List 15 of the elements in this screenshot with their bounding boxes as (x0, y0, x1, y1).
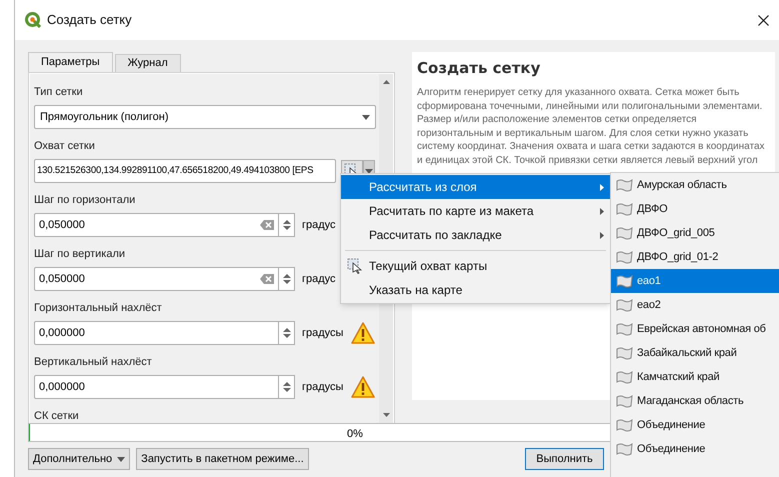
field-label: Охват сетки (34, 140, 96, 153)
field-label: СК сетки (34, 410, 80, 423)
unit-label: градус (302, 272, 337, 287)
help-text: Алгоритм генерирует сетку для указанного охвата. Сетка может быть сформирована точечными, линейными или полигональными элементами. Размер и/или расположение элементов сетки определяется горизонтальным и вертикальным шагом. Для слоя сетки нужно указать систему координат. Значения охвата и шага сетки задаются в координатах и единицах этой СК. Точкой привязки сетки является левый верхний угол (417, 86, 766, 167)
unit-label: градусы (302, 326, 344, 341)
field-label: Горизонтальный нахлёст (34, 302, 163, 315)
window-title: Создать сетку (47, 11, 132, 30)
field-label: Тип сетки (34, 86, 84, 99)
unit-label: градусы (302, 380, 344, 395)
progress-reading: 0% (347, 427, 363, 442)
field-label: Шаг по горизонтали (34, 194, 136, 207)
field-label: Вертикальный нахлёст (34, 356, 153, 369)
unit-label: градус (302, 218, 337, 233)
help-title: Создать сетку (417, 58, 542, 78)
field-label: Шаг по вертикали (34, 248, 126, 261)
